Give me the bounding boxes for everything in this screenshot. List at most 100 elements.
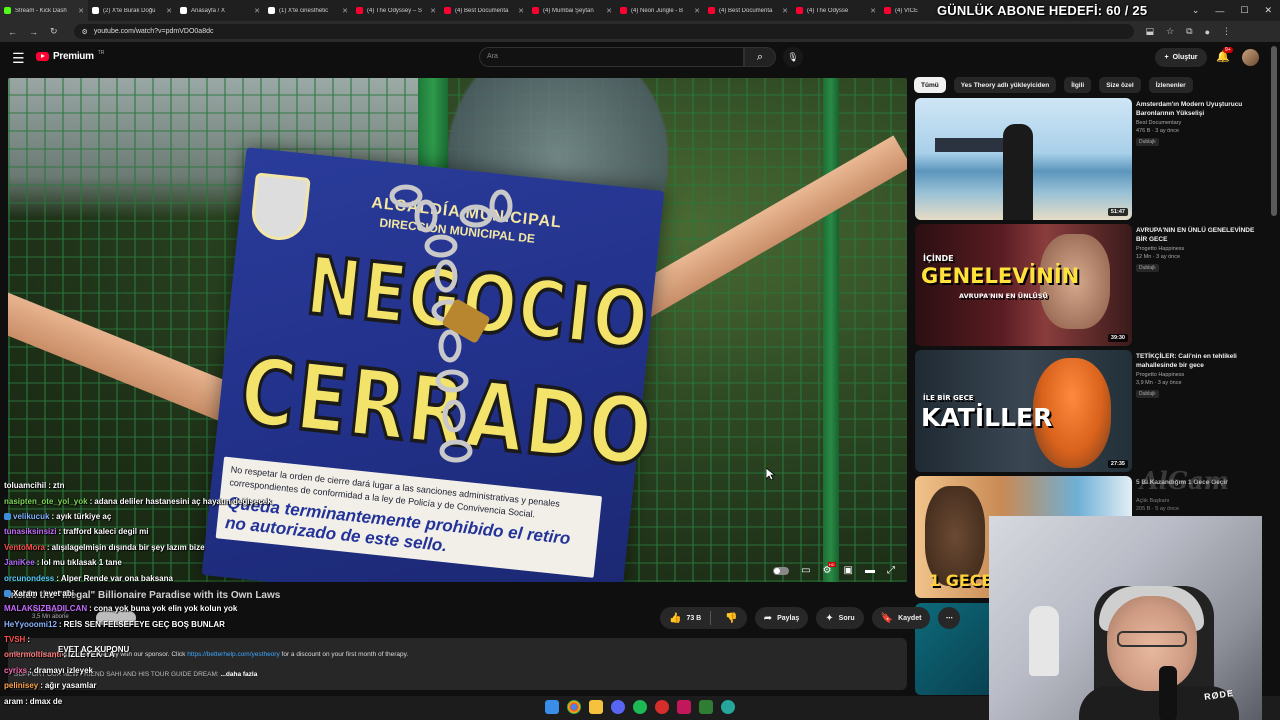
- dislike-thumb-icon[interactable]: 👎: [716, 613, 746, 624]
- settings-gear-icon[interactable]: ⚙ HD: [823, 562, 836, 576]
- chat-username[interactable]: MALAKSIZBADILCAN: [4, 604, 87, 613]
- tab-close-icon[interactable]: ✕: [166, 7, 172, 15]
- filter-chip[interactable]: İzlenenler: [1148, 77, 1193, 93]
- minimize-icon[interactable]: —: [1215, 6, 1224, 16]
- reload-icon[interactable]: ↻: [50, 26, 58, 37]
- fullscreen-icon[interactable]: ⤢: [887, 565, 895, 576]
- chat-username[interactable]: orcunondess: [4, 574, 54, 583]
- chrome-icon[interactable]: [567, 700, 581, 714]
- obs-icon[interactable]: [655, 700, 669, 714]
- back-icon[interactable]: ←: [8, 27, 17, 37]
- file-explorer-icon[interactable]: [589, 700, 603, 714]
- tab-close-icon[interactable]: ✕: [78, 7, 84, 15]
- ask-button[interactable]: ✦ Soru: [816, 607, 864, 629]
- recommended-channel[interactable]: Progetto Happiness: [1136, 246, 1184, 252]
- extensions-icon[interactable]: ⧉: [1186, 26, 1192, 37]
- browser-tab[interactable]: Stream - Kick Dash ✕: [0, 0, 88, 21]
- bookmark-star-icon[interactable]: ☆: [1166, 26, 1174, 37]
- recommended-video[interactable]: İLE BİR GECE KATİLLER 27:35 TETİKÇİLER: …: [915, 350, 1255, 472]
- recommended-channel[interactable]: Progetto Happiness: [1136, 372, 1184, 378]
- browser-tab[interactable]: (4) Best Documenta ✕: [704, 0, 792, 21]
- chat-username[interactable]: HeYyooomi12: [4, 620, 57, 629]
- maximize-icon[interactable]: ☐: [1240, 5, 1248, 16]
- video-thumbnail[interactable]: İLE BİR GECE KATİLLER 27:35: [915, 350, 1132, 472]
- browser-tab[interactable]: (1) X'te cinesthetic ✕: [264, 0, 352, 21]
- tab-close-icon[interactable]: ✕: [342, 7, 348, 15]
- voice-search-mic-icon[interactable]: 🎙: [783, 47, 803, 67]
- browser-tab[interactable]: (4) The Odyssey – S ✕: [352, 0, 440, 21]
- recommended-video[interactable]: İÇİNDE GENELEVİNİN AVRUPA'NIN EN ÜNLÜSÜ …: [915, 224, 1255, 346]
- tab-close-icon[interactable]: ✕: [430, 7, 436, 15]
- discord-icon[interactable]: [611, 700, 625, 714]
- like-count[interactable]: 73 B: [686, 615, 701, 622]
- browser-tab[interactable]: (4) Mumbai Şeytan ✕: [528, 0, 616, 21]
- address-bar[interactable]: ⚙ youtube.com/watch?v=pdmVDO0a8dc: [73, 24, 1134, 39]
- site-info-icon[interactable]: ⚙: [82, 28, 88, 36]
- spotify-icon[interactable]: [633, 700, 647, 714]
- tab-search-icon[interactable]: ⌄: [1192, 5, 1200, 16]
- like-thumb-icon[interactable]: 👍: [669, 613, 681, 624]
- recommended-channel[interactable]: Açlık Başkanı: [1136, 498, 1169, 504]
- chat-username[interactable]: aram: [4, 697, 23, 706]
- hamburger-menu-icon[interactable]: ☰: [12, 50, 25, 67]
- video-thumbnail[interactable]: İÇİNDE GENELEVİNİN AVRUPA'NIN EN ÜNLÜSÜ …: [915, 224, 1132, 346]
- install-icon[interactable]: ⬓: [1146, 26, 1155, 37]
- close-window-icon[interactable]: ✕: [1264, 5, 1272, 16]
- video-thumbnail[interactable]: 51:47: [915, 98, 1132, 220]
- tab-close-icon[interactable]: ✕: [782, 7, 788, 15]
- filter-chip[interactable]: Yes Theory adlı yükleyiciden: [953, 77, 1057, 93]
- browser-tab[interactable]: Anasayfa / X ✕: [176, 0, 264, 21]
- browser-tab[interactable]: (2) X'te Burak Doğu ✕: [88, 0, 176, 21]
- filter-chip[interactable]: İlgili: [1064, 77, 1092, 93]
- browser-tab[interactable]: (4) Neon Jungle - B ✕: [616, 0, 704, 21]
- more-actions-button[interactable]: ⋯: [938, 607, 961, 629]
- tab-close-icon[interactable]: ✕: [870, 7, 876, 15]
- filter-chip[interactable]: Tümü: [914, 77, 946, 93]
- tab-close-icon[interactable]: ✕: [606, 7, 612, 15]
- chat-username[interactable]: pelinisey: [4, 681, 38, 690]
- chat-username[interactable]: Xaram: [13, 589, 37, 598]
- search-input[interactable]: Ara: [479, 47, 744, 67]
- youtube-logo[interactable]: Premium TR: [36, 50, 104, 62]
- tab-close-icon[interactable]: ✕: [518, 7, 524, 15]
- recommended-channel[interactable]: Best Documentary: [1136, 120, 1181, 126]
- chat-username[interactable]: tunasiksinsizi: [4, 527, 56, 536]
- chat-username[interactable]: cyrixs: [4, 666, 27, 675]
- terminal-icon[interactable]: [699, 700, 713, 714]
- create-button[interactable]: + Oluştur: [1155, 48, 1207, 67]
- filter-chip[interactable]: Size özel: [1099, 77, 1141, 93]
- miniplayer-icon[interactable]: ▣: [844, 565, 853, 576]
- browser-tab[interactable]: (4) The Odysse ✕: [792, 0, 880, 21]
- app-x-icon[interactable]: [677, 700, 691, 714]
- tab-label: (4) Best Documenta: [719, 7, 773, 14]
- chat-username[interactable]: velikucuk: [13, 512, 49, 521]
- recommended-video[interactable]: 51:47 Amsterdam'ın Modern Uyuşturucu Bar…: [915, 98, 1255, 220]
- theater-mode-icon[interactable]: ▬: [865, 565, 875, 576]
- subtitles-icon[interactable]: ▭: [801, 565, 810, 576]
- browser-tab[interactable]: (4) Best Documenta ✕: [440, 0, 528, 21]
- like-divider: [710, 611, 712, 625]
- page-scrollbar[interactable]: [1271, 46, 1277, 216]
- chat-username[interactable]: VentoMora: [4, 543, 45, 552]
- forward-icon[interactable]: →: [29, 27, 38, 37]
- recommended-video-title[interactable]: TETİKÇİLER: Cali'nin en tehlikeli mahall…: [1136, 352, 1256, 370]
- tab-close-icon[interactable]: ✕: [694, 7, 700, 15]
- browser-menu-icon[interactable]: ⋮: [1222, 26, 1231, 37]
- account-avatar[interactable]: [1242, 49, 1259, 66]
- app-icon[interactable]: [721, 700, 735, 714]
- chat-username[interactable]: JaniKee: [4, 558, 35, 567]
- share-button[interactable]: ➦ Paylaş: [754, 607, 809, 629]
- tab-favicon-icon: [620, 7, 627, 14]
- recommended-video-title[interactable]: Amsterdam'ın Modern Uyuşturucu Baronları…: [1136, 100, 1256, 118]
- chat-username[interactable]: toluamcihil: [4, 481, 46, 490]
- chat-username[interactable]: TVSH: [4, 635, 25, 644]
- profile-icon[interactable]: ●: [1205, 27, 1210, 37]
- chat-username[interactable]: omermoltisanti: [4, 650, 61, 659]
- save-button[interactable]: 🔖 Kaydet: [871, 607, 931, 629]
- chat-username[interactable]: nasipten_ote_yol_yok: [4, 497, 88, 506]
- recommended-video-title[interactable]: AVRUPA'NIN EN ÜNLÜ GENELEVİNDE BİR GECE: [1136, 226, 1256, 244]
- autoplay-toggle[interactable]: [773, 566, 790, 575]
- tab-close-icon[interactable]: ✕: [254, 7, 260, 15]
- windows-start-icon[interactable]: [545, 700, 559, 714]
- search-button[interactable]: ⌕: [744, 47, 776, 67]
